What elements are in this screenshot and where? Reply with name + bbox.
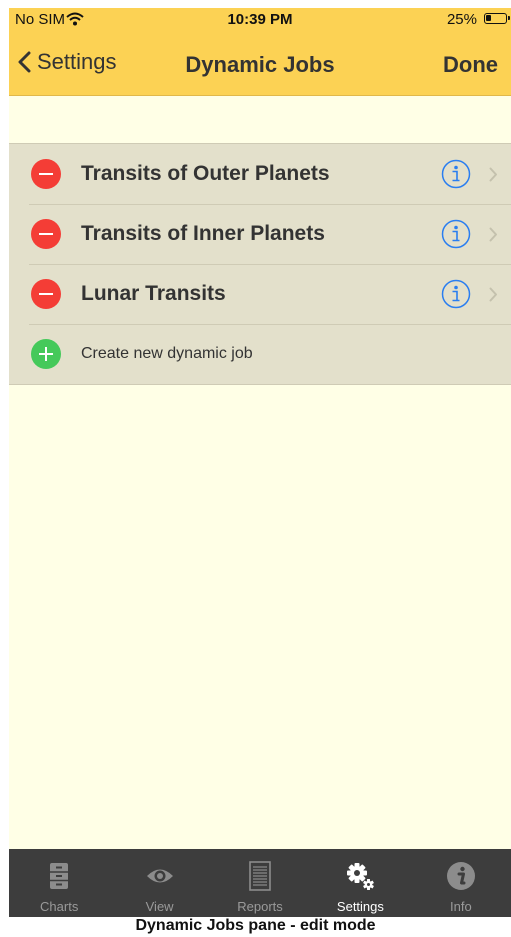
tab-charts[interactable]: Charts — [9, 849, 109, 917]
battery-percent: 25% — [446, 11, 477, 28]
document-icon — [249, 861, 271, 891]
list-item[interactable]: Lunar Transits — [9, 264, 511, 324]
dynamic-jobs-list: Transits of Outer Planets Transits of In… — [9, 143, 511, 385]
job-label: Lunar Transits — [81, 282, 226, 305]
app-screen: No SIM 10:39 PM 25% Settings Dynamic Job… — [9, 8, 511, 917]
chevron-right-icon — [489, 287, 497, 301]
status-bar: No SIM 10:39 PM 25% — [9, 8, 511, 30]
job-label: Transits of Outer Planets — [81, 162, 330, 185]
delete-icon[interactable] — [31, 279, 61, 309]
create-job-row[interactable]: Create new dynamic job — [9, 324, 511, 384]
gears-icon — [347, 863, 375, 890]
back-button[interactable]: Settings — [17, 42, 117, 82]
tab-info[interactable]: Info — [411, 849, 511, 917]
back-chevron-icon — [18, 51, 31, 73]
info-icon[interactable] — [441, 279, 471, 309]
battery-icon — [484, 13, 510, 24]
tab-label: Settings — [336, 899, 384, 914]
done-button[interactable]: Done — [443, 52, 498, 78]
tab-label: Reports — [237, 899, 283, 914]
navigation-bar: Settings Dynamic Jobs Done — [9, 30, 511, 96]
eye-icon — [146, 869, 173, 883]
list-item[interactable]: Transits of Outer Planets — [9, 144, 511, 204]
job-label: Transits of Inner Planets — [81, 222, 325, 245]
info-icon[interactable] — [441, 219, 471, 249]
tab-bar: Charts View Reports Settings Info — [9, 849, 511, 917]
info-icon[interactable] — [441, 159, 471, 189]
tab-view[interactable]: View — [109, 849, 209, 917]
list-item[interactable]: Transits of Inner Planets — [9, 204, 511, 264]
tab-reports[interactable]: Reports — [210, 849, 310, 917]
tab-label: Charts — [40, 899, 79, 914]
chevron-right-icon — [489, 227, 497, 241]
status-time: 10:39 PM — [227, 11, 293, 28]
create-job-label: Create new dynamic job — [81, 345, 253, 362]
tab-settings[interactable]: Settings — [310, 849, 410, 917]
info-icon — [446, 862, 475, 890]
cabinet-icon — [50, 863, 69, 889]
delete-icon[interactable] — [31, 219, 61, 249]
back-label: Settings — [37, 49, 117, 74]
tab-label: View — [145, 899, 174, 914]
delete-icon[interactable] — [31, 159, 61, 189]
figure-caption: Dynamic Jobs pane - edit mode — [135, 917, 376, 934]
tab-label: Info — [449, 899, 472, 914]
chevron-right-icon — [489, 167, 497, 181]
add-icon[interactable] — [31, 339, 61, 369]
